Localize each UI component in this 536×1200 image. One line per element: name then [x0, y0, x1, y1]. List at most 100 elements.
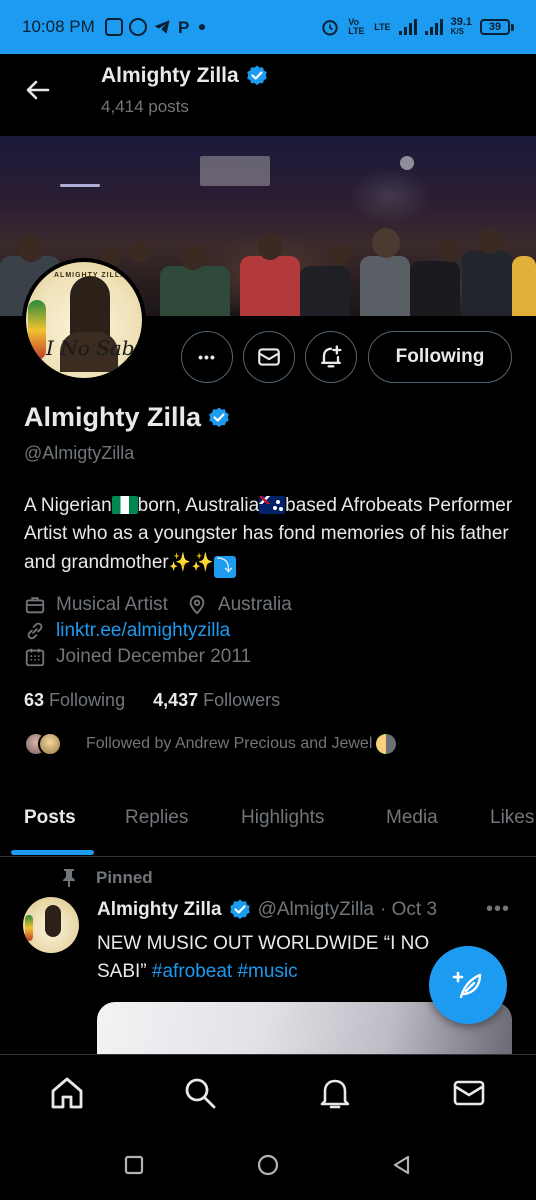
telegram-icon — [154, 20, 170, 34]
tab-replies[interactable]: Replies — [125, 807, 188, 829]
following-count-link[interactable]: 63 Following — [24, 690, 125, 711]
followed-by-row[interactable]: Followed by Andrew Precious and Jewel — [24, 732, 397, 756]
profile-name: Almighty Zilla — [24, 402, 202, 432]
following-count: 63 — [24, 690, 45, 710]
battery-icon: 39 — [480, 19, 514, 35]
tab-highlights[interactable]: Highlights — [241, 807, 324, 829]
net-speed: 39.1 K/S — [451, 17, 472, 37]
home-icon[interactable] — [49, 1075, 85, 1111]
search-icon[interactable] — [182, 1075, 218, 1111]
bottom-navigation — [0, 1054, 536, 1130]
header-post-count: 4,414 posts — [101, 97, 189, 116]
post-more-options-button[interactable]: ••• — [486, 898, 510, 921]
following-button[interactable]: Following — [368, 331, 512, 383]
followers-count-label: Followers — [203, 690, 281, 710]
envelope-icon — [258, 348, 280, 366]
nigeria-flag-icon — [111, 496, 138, 514]
back-triangle-icon[interactable] — [390, 1153, 414, 1177]
bio-text-2: born, Australia — [137, 495, 260, 516]
pinned-label: Pinned — [96, 868, 153, 887]
profile-handle: @AlmigtyZilla — [24, 443, 135, 463]
active-tab-indicator — [11, 850, 94, 855]
profile-header-bar: Almighty Zilla 4,414 posts — [0, 54, 536, 136]
bell-plus-icon — [321, 345, 342, 368]
volte-label: Vo LTE — [348, 17, 365, 36]
post-header: Almighty Zilla @AlmigtyZilla · Oct 3 — [97, 898, 437, 922]
australia-flag-icon — [259, 496, 286, 514]
follower-avatar — [38, 732, 62, 756]
follow-counts: 63 Following 4,437 Followers — [24, 690, 280, 711]
whatsapp-icon — [128, 18, 147, 36]
post-hashtag-music[interactable]: #music — [237, 961, 297, 982]
compose-feather-icon — [452, 971, 482, 999]
svg-text:P: P — [178, 18, 189, 36]
post-date: · Oct 3 — [380, 899, 438, 920]
sparkles-icon: ✨✨ — [168, 552, 214, 572]
status-right: Vo LTE LTE 39.1 K/S 39 — [320, 17, 514, 37]
post-text: NEW MUSIC OUT WORLDWIDE “I NO SABI” #afr… — [97, 930, 457, 986]
followers-count-link[interactable]: 4,437 Followers — [153, 690, 280, 711]
followers-count: 4,437 — [153, 690, 199, 710]
location-pin-icon — [189, 595, 205, 615]
alarm-icon — [322, 20, 338, 36]
net-speed-value: 39.1 — [450, 16, 472, 28]
notifications-icon[interactable] — [317, 1075, 353, 1111]
tab-posts[interactable]: Posts — [24, 807, 76, 829]
profile-category: Musical Artist — [56, 594, 168, 615]
signal2-icon — [424, 19, 443, 35]
avatar-signature-text: I No Sabi — [46, 336, 141, 360]
profile-avatar[interactable]: ALMIGHTY ZILLA I No Sabi — [22, 258, 146, 382]
tab-media[interactable]: Media — [386, 807, 438, 829]
messages-icon[interactable] — [451, 1075, 487, 1111]
more-options-label: ••• — [198, 349, 216, 365]
verified-badge-icon — [246, 65, 267, 86]
more-notifications-dot — [198, 24, 205, 30]
lte-label: LTE — [374, 22, 391, 32]
net-speed-unit: K/S — [450, 27, 464, 36]
notify-button[interactable] — [305, 331, 357, 383]
system-navigation-bar — [0, 1130, 536, 1200]
profile-joined-row: Joined December 2011 — [24, 646, 251, 668]
moon-emoji-icon — [376, 734, 397, 754]
bio-text-1: A Nigerian — [24, 495, 112, 516]
arrow-down-icon: ⤵ — [213, 556, 236, 578]
message-button[interactable] — [243, 331, 295, 383]
avatar-image: ALMIGHTY ZILLA I No Sabi — [26, 262, 142, 378]
post-hashtag-afrobeat[interactable]: #afrobeat — [152, 961, 232, 982]
tab-likes[interactable]: Likes — [490, 807, 534, 829]
recent-apps-icon[interactable] — [122, 1153, 146, 1177]
compose-post-button[interactable] — [429, 946, 507, 1024]
battery-level: 39 — [480, 19, 510, 35]
p-app-icon: P — [178, 18, 189, 36]
status-time: 10:08 PM — [22, 17, 95, 36]
pin-icon — [63, 869, 75, 887]
profile-bio: A Nigerian born, Australia based Afrobeats… — [24, 492, 514, 578]
more-options-button[interactable]: ••• — [181, 331, 233, 383]
home-circle-icon[interactable] — [256, 1153, 280, 1177]
verified-badge-icon[interactable] — [207, 406, 231, 430]
link-icon — [27, 622, 43, 640]
profile-name-row: Almighty Zilla — [24, 402, 231, 433]
pinned-indicator: Pinned — [60, 868, 153, 888]
calendar-icon — [25, 648, 45, 667]
verified-badge-icon — [229, 899, 250, 920]
post-author-handle: @AlmigtyZilla — [257, 899, 374, 920]
header-name: Almighty Zilla — [101, 64, 239, 87]
app-notification-icon — [104, 18, 123, 36]
post-author-avatar[interactable] — [23, 897, 79, 953]
following-count-label: Following — [49, 690, 126, 710]
profile-joined-date: Joined December 2011 — [56, 646, 252, 667]
profile-website-link[interactable]: linktr.ee/almightyzilla — [56, 620, 230, 642]
profile-link-row: linktr.ee/almightyzilla — [24, 620, 230, 642]
notification-icons: P — [104, 18, 205, 36]
followed-by-text: Followed by Andrew Precious and Jewel — [86, 735, 373, 752]
avatar-brand-text: ALMIGHTY ZILLA — [54, 272, 127, 279]
back-arrow-icon[interactable] — [22, 74, 54, 106]
profile-location: Australia — [217, 594, 292, 615]
signal-icon — [398, 19, 417, 35]
briefcase-icon — [25, 597, 45, 614]
status-bar: 10:08 PM P Vo LTE LTE 39.1 K/S 39 — [0, 0, 536, 54]
post-author-name[interactable]: Almighty Zilla — [97, 899, 222, 921]
profile-tabs: Posts Replies Highlights Media Likes — [0, 795, 536, 857]
header-title: Almighty Zilla — [101, 64, 269, 88]
